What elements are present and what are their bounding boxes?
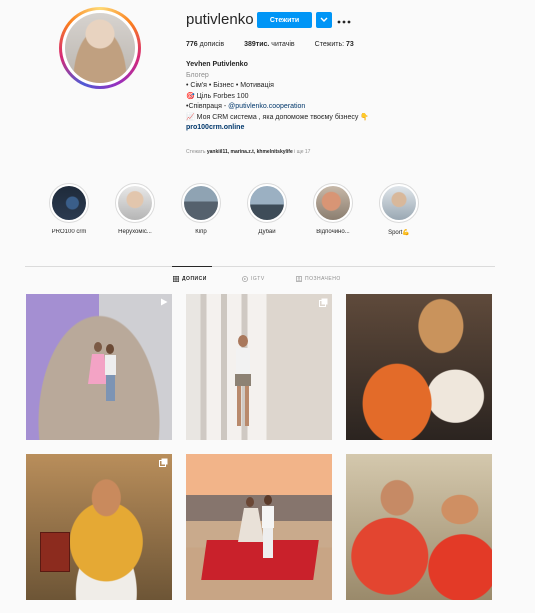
chevron-down-icon [320,17,328,22]
highlight-cover [52,186,86,220]
igtv-icon [242,276,248,282]
highlight-sport[interactable]: Sport💪 [369,183,429,236]
post-figure [235,335,251,426]
more-options-icon[interactable] [337,13,351,27]
video-icon [161,298,168,306]
carousel-icon [159,458,168,467]
posts-stat: 776 дописів [186,41,225,48]
post-thumbnail[interactable] [26,294,172,440]
highlight-cyprus[interactable]: Кіпр [171,183,231,235]
profile-username: putivlenko [186,11,254,28]
profile-avatar[interactable] [59,7,141,89]
post-thumbnail[interactable] [346,454,492,600]
bio-line-1: • Сім'я • Бізнес • Мотивація [186,82,274,89]
highlight-dubai[interactable]: Дубай [237,183,297,235]
highlight-label: Кіпр [195,229,207,235]
profile-bio: Yevhen Putivlenko Блогер • Сім'я • Бізне… [186,60,486,134]
avatar-photo [65,13,135,83]
highlight-label: PRO100 crm [51,229,87,235]
bio-line-4: 📈 Моя CRM система , яка допоможе твоєму … [186,113,370,121]
tabs-divider [25,266,495,267]
following-stat[interactable]: Стежить: 73 [315,41,354,48]
profile-website-link[interactable]: pro100crm.online [186,123,486,134]
highlight-ring [115,183,155,223]
highlight-cover [118,186,152,220]
post-thumbnail[interactable] [186,454,332,600]
post-figures [238,495,274,558]
tab-tagged[interactable]: ПОЗНАЧЕНО [296,276,341,282]
carousel-icon [319,298,328,307]
highlight-ring [247,183,287,223]
highlight-label: Sport💪 [388,230,410,236]
grid-icon [173,276,179,282]
highlight-vacation[interactable]: Відпочинo... [303,183,363,235]
highlight-ring [49,183,89,223]
highlight-ring [313,183,353,223]
avatar-frame [62,10,138,86]
highlight-cover [316,186,350,220]
book-prop [40,532,70,572]
profile-full-name: Yevhen Putivlenko [186,61,248,68]
highlight-pro100crm[interactable]: PRO100 crm [39,183,99,235]
highlight-label: Відпочинo... [316,229,350,235]
highlight-ring [181,183,221,223]
tab-igtv[interactable]: IGTV [242,276,265,282]
highlight-realestate[interactable]: Нерухоміс... [105,183,165,235]
tagged-icon [296,276,302,282]
suggestions-dropdown-button[interactable] [316,12,332,28]
followed-by[interactable]: Стежать yankiil11, marina.z.t, khmelnits… [186,149,310,155]
post-thumbnail[interactable] [346,294,492,440]
highlight-ring [379,183,419,223]
profile-category: Блогер [186,71,209,79]
highlight-label: Нерухоміс... [118,229,152,235]
post-figures [88,342,116,401]
bio-line-3: •Співпраця - @putivlenko.cooperation [186,103,306,110]
highlight-cover [382,186,416,220]
highlight-cover [250,186,284,220]
followers-stat[interactable]: 389тис. читачів [244,41,295,48]
follow-button[interactable]: Стежити [257,12,312,28]
active-tab-indicator [172,266,212,267]
bio-line-2: 🎯 Ціль Forbes 100 [186,92,249,100]
highlight-label: Дубай [258,229,276,235]
profile-stats: 776 дописів 389тис. читачів Стежить: 73 [186,41,374,48]
post-thumbnail[interactable] [186,294,332,440]
cooperation-mention-link[interactable]: @putivlenko.cooperation [228,103,305,110]
tab-posts[interactable]: ДОПИСИ [173,276,207,282]
highlight-cover [184,186,218,220]
post-thumbnail[interactable] [26,454,172,600]
